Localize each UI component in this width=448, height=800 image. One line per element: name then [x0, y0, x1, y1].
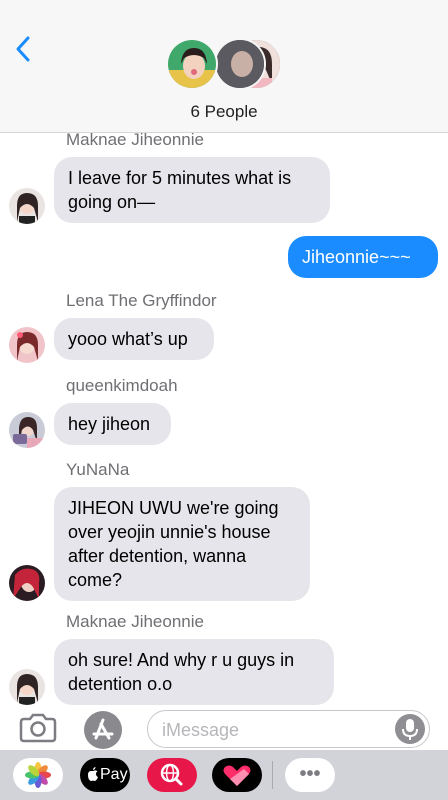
message-thread: Maknae Jiheonnie I leave for 5 minutes w…	[0, 133, 448, 705]
photos-icon[interactable]	[13, 758, 63, 792]
compose-bar	[0, 705, 448, 750]
heart-icon[interactable]	[212, 758, 262, 792]
app-drawer: Pay •••	[0, 750, 448, 800]
drawer-divider	[272, 761, 273, 789]
avatar[interactable]	[9, 412, 45, 448]
incoming-message-bubble[interactable]: hey jiheon	[54, 403, 171, 445]
message-line: I leave for 5 minutes what is	[68, 168, 292, 188]
apple-pay-icon[interactable]: Pay	[80, 758, 130, 792]
message-line: after detention, wanna	[68, 546, 247, 566]
avatar[interactable]	[9, 327, 45, 363]
message-line: come?	[68, 570, 123, 590]
group-avatars[interactable]	[166, 38, 282, 90]
search-globe-icon[interactable]	[147, 758, 197, 792]
message-line: yooo what’s up	[68, 329, 188, 349]
message-line: hey jiheon	[68, 414, 151, 434]
avatar[interactable]	[9, 669, 45, 705]
back-chevron-icon[interactable]	[12, 34, 36, 64]
incoming-message-bubble[interactable]: JIHEON UWU we're going over yeojin unnie…	[54, 487, 310, 601]
imessage-input[interactable]	[162, 718, 382, 742]
avatar[interactable]	[9, 565, 45, 601]
outgoing-message-bubble[interactable]: Jiheonnie~~~	[288, 236, 438, 278]
sender-name: YuNaNa	[66, 460, 130, 479]
more-icon[interactable]: •••	[285, 758, 335, 792]
conversation-header: 6 People	[0, 0, 448, 133]
group-avatar-1	[166, 38, 218, 90]
conversation-title[interactable]: 6 People	[0, 102, 448, 122]
incoming-message-bubble[interactable]: oh sure! And why r u guys in detention o…	[54, 639, 334, 705]
message-line: going on—	[68, 192, 156, 212]
message-line: JIHEON UWU we're going	[68, 498, 279, 518]
group-avatar-2	[214, 38, 266, 90]
message-line: oh sure! And why r u guys in	[68, 650, 295, 670]
message-input-field[interactable]	[147, 710, 430, 748]
message-line: over yeojin unnie's house	[68, 522, 271, 542]
sender-name: Maknae Jiheonnie	[66, 133, 204, 149]
message-line: detention o.o	[68, 674, 173, 694]
incoming-message-bubble[interactable]: yooo what’s up	[54, 318, 214, 360]
sender-name: Maknae Jiheonnie	[66, 612, 204, 631]
app-store-icon[interactable]	[84, 711, 122, 749]
sender-name: queenkimdoah	[66, 376, 178, 395]
avatar[interactable]	[9, 188, 45, 224]
sender-name: Lena The Gryffindor	[66, 291, 217, 310]
incoming-message-bubble[interactable]: I leave for 5 minutes what is going on—	[54, 157, 330, 223]
apple-pay-label: Pay	[100, 766, 128, 783]
microphone-icon[interactable]	[395, 714, 425, 744]
camera-icon[interactable]	[18, 713, 58, 743]
